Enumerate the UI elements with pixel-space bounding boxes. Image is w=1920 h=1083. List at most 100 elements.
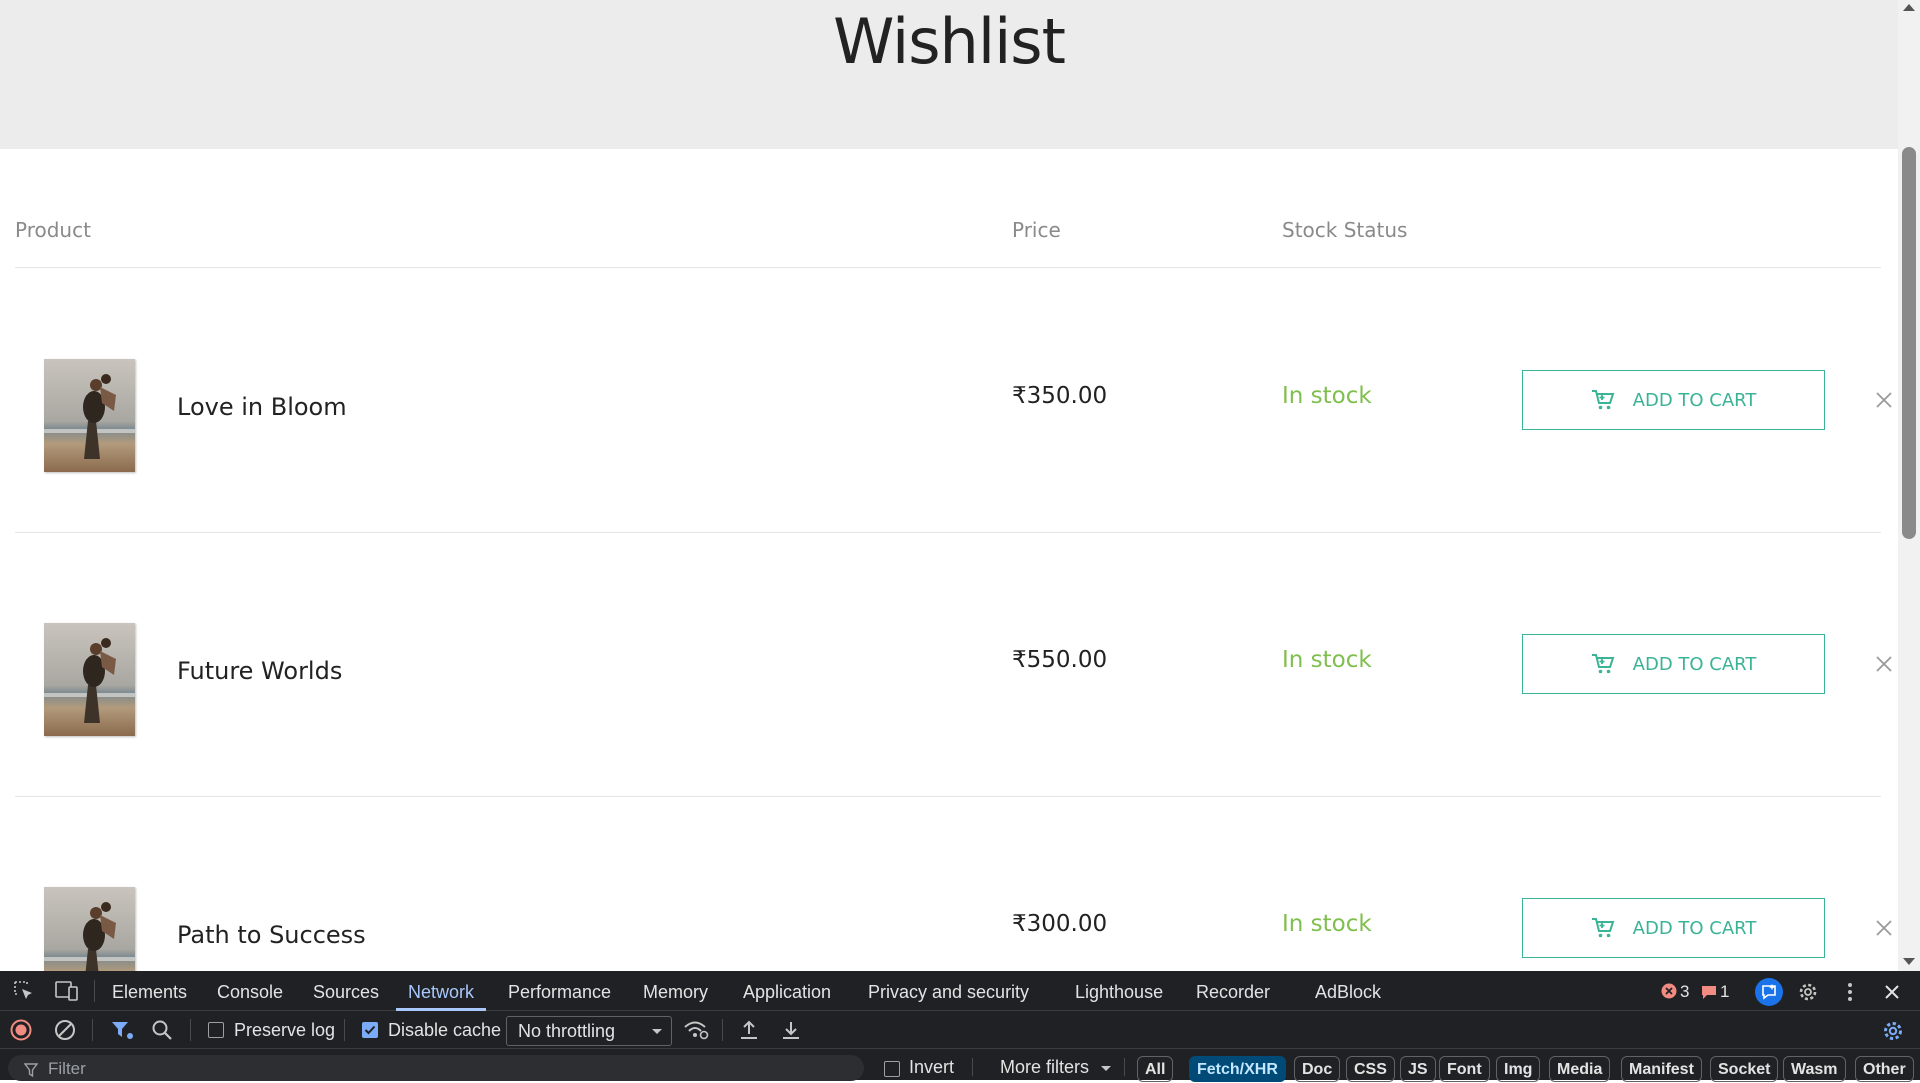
- product-name[interactable]: Love in Bloom: [177, 393, 347, 421]
- page-title: Wishlist: [833, 5, 1066, 78]
- page-viewport: Wishlist Product Price Stock Status Love…: [0, 0, 1898, 971]
- search-icon[interactable]: [151, 1019, 173, 1041]
- divider: [972, 1058, 973, 1076]
- beach-couple-photo: [44, 359, 135, 472]
- more-filters-arrow-icon[interactable]: [1100, 1065, 1112, 1073]
- filter-type-js[interactable]: JS: [1400, 1056, 1436, 1082]
- product-thumbnail[interactable]: [44, 623, 135, 736]
- settings-gear-icon[interactable]: [1795, 979, 1821, 1005]
- product-thumbnail[interactable]: [44, 887, 135, 971]
- record-stop-icon[interactable]: [10, 1019, 32, 1041]
- network-conditions-icon[interactable]: [682, 1018, 710, 1042]
- wishlist-row: Future Worlds ₹550.00 In stock ADD TO CA…: [15, 533, 1892, 797]
- remove-item-button[interactable]: [1872, 388, 1896, 412]
- divider: [94, 980, 95, 1002]
- add-to-cart-label: ADD TO CART: [1632, 389, 1757, 411]
- error-icon[interactable]: [1660, 982, 1678, 1000]
- add-to-cart-button[interactable]: ADD TO CART: [1522, 898, 1825, 958]
- more-filters-dropdown[interactable]: More filters: [1000, 1052, 1089, 1083]
- filter-type-doc[interactable]: Doc: [1294, 1056, 1341, 1082]
- export-har-icon[interactable]: [780, 1018, 802, 1042]
- devtools-tab-bar: Elements Console Sources Network Perform…: [0, 971, 1920, 1011]
- filter-type-all[interactable]: All: [1137, 1056, 1174, 1082]
- filter-type-media[interactable]: Media: [1549, 1056, 1611, 1082]
- message-icon[interactable]: [1700, 983, 1718, 1001]
- tab-memory[interactable]: Memory: [643, 971, 708, 1011]
- preserve-log-checkbox[interactable]: [208, 1022, 224, 1038]
- message-count[interactable]: 1: [1720, 971, 1729, 1011]
- tab-network[interactable]: Network: [395, 971, 487, 1011]
- product-price: ₹350.00: [1012, 383, 1108, 409]
- filter-type-manifest[interactable]: Manifest: [1621, 1056, 1702, 1082]
- clear-icon[interactable]: [54, 1019, 76, 1041]
- add-to-cart-label: ADD TO CART: [1632, 653, 1757, 675]
- tab-lighthouse[interactable]: Lighthouse: [1075, 971, 1163, 1011]
- tab-privacy-and-security[interactable]: Privacy and security: [868, 971, 1029, 1011]
- invert-label[interactable]: Invert: [909, 1052, 954, 1083]
- page-scrollbar[interactable]: [1898, 0, 1920, 971]
- close-icon: [1876, 656, 1892, 672]
- wishlist-table-header: Product Price Stock Status: [15, 200, 1881, 268]
- network-settings-gear-icon[interactable]: [1880, 1018, 1906, 1044]
- product-price: ₹300.00: [1012, 911, 1108, 937]
- product-price: ₹550.00: [1012, 647, 1108, 673]
- filter-type-fetch-xhr[interactable]: Fetch/XHR: [1189, 1056, 1286, 1082]
- scrollbar-thumb[interactable]: [1902, 147, 1916, 539]
- divider: [190, 1019, 191, 1041]
- scroll-down-arrow-icon[interactable]: [1903, 958, 1915, 965]
- throttling-select[interactable]: No throttling: [506, 1016, 672, 1046]
- tab-application[interactable]: Application: [743, 971, 831, 1011]
- inspect-element-icon[interactable]: [12, 979, 36, 1003]
- close-icon: [1876, 392, 1892, 408]
- filter-type-wasm[interactable]: Wasm: [1783, 1056, 1846, 1082]
- checkmark-icon: [364, 1025, 376, 1035]
- close-devtools-icon[interactable]: [1880, 980, 1904, 1004]
- filter-icon[interactable]: [110, 1019, 134, 1041]
- tab-recorder[interactable]: Recorder: [1196, 971, 1270, 1011]
- product-name[interactable]: Future Worlds: [177, 657, 342, 685]
- more-options-icon[interactable]: [1838, 980, 1862, 1004]
- filter-input[interactable]: Filter: [8, 1055, 864, 1081]
- device-toolbar-icon[interactable]: [54, 979, 80, 1003]
- invert-checkbox[interactable]: [884, 1061, 900, 1077]
- wishlist-row: Path to Success ₹300.00 In stock ADD TO …: [15, 797, 1892, 971]
- add-to-cart-label: ADD TO CART: [1632, 917, 1757, 939]
- filter-type-img[interactable]: Img: [1496, 1056, 1541, 1082]
- tab-console[interactable]: Console: [217, 971, 283, 1011]
- network-toolbar: Preserve log Disable cache No throttling: [0, 1011, 1920, 1049]
- network-filter-bar: Filter Invert More filters All Fetch/XHR…: [0, 1049, 1920, 1083]
- remove-item-button[interactable]: [1872, 916, 1896, 940]
- column-header-price: Price: [1012, 218, 1061, 242]
- disable-cache-checkbox[interactable]: [362, 1022, 378, 1038]
- divider: [722, 1019, 723, 1041]
- beach-couple-photo: [44, 623, 135, 736]
- beach-couple-photo: [44, 887, 135, 971]
- cart-icon: [1591, 390, 1615, 410]
- scroll-up-arrow-icon[interactable]: [1903, 4, 1915, 11]
- add-to-cart-button[interactable]: ADD TO CART: [1522, 634, 1825, 694]
- tab-sources[interactable]: Sources: [313, 971, 379, 1011]
- product-name[interactable]: Path to Success: [177, 921, 366, 949]
- funnel-icon: [24, 1063, 38, 1077]
- divider: [92, 1019, 93, 1041]
- preserve-log-label[interactable]: Preserve log: [234, 1011, 335, 1049]
- add-to-cart-button[interactable]: ADD TO CART: [1522, 370, 1825, 430]
- tab-elements[interactable]: Elements: [112, 971, 187, 1011]
- import-har-icon[interactable]: [738, 1018, 760, 1042]
- column-header-product: Product: [15, 218, 91, 242]
- product-thumbnail[interactable]: [44, 359, 135, 472]
- ai-assistance-icon[interactable]: [1755, 978, 1783, 1006]
- divider: [344, 1019, 345, 1041]
- tab-performance[interactable]: Performance: [508, 971, 611, 1011]
- filter-type-font[interactable]: Font: [1439, 1056, 1490, 1082]
- close-icon: [1876, 920, 1892, 936]
- filter-type-socket[interactable]: Socket: [1710, 1056, 1779, 1082]
- error-count[interactable]: 3: [1680, 971, 1689, 1011]
- devtools-panel: Elements Console Sources Network Perform…: [0, 971, 1920, 1083]
- remove-item-button[interactable]: [1872, 652, 1896, 676]
- disable-cache-label[interactable]: Disable cache: [388, 1011, 501, 1049]
- tab-adblock[interactable]: AdBlock: [1315, 971, 1381, 1011]
- filter-type-css[interactable]: CSS: [1346, 1056, 1395, 1082]
- filter-type-other[interactable]: Other: [1855, 1056, 1914, 1082]
- cart-icon: [1591, 918, 1615, 938]
